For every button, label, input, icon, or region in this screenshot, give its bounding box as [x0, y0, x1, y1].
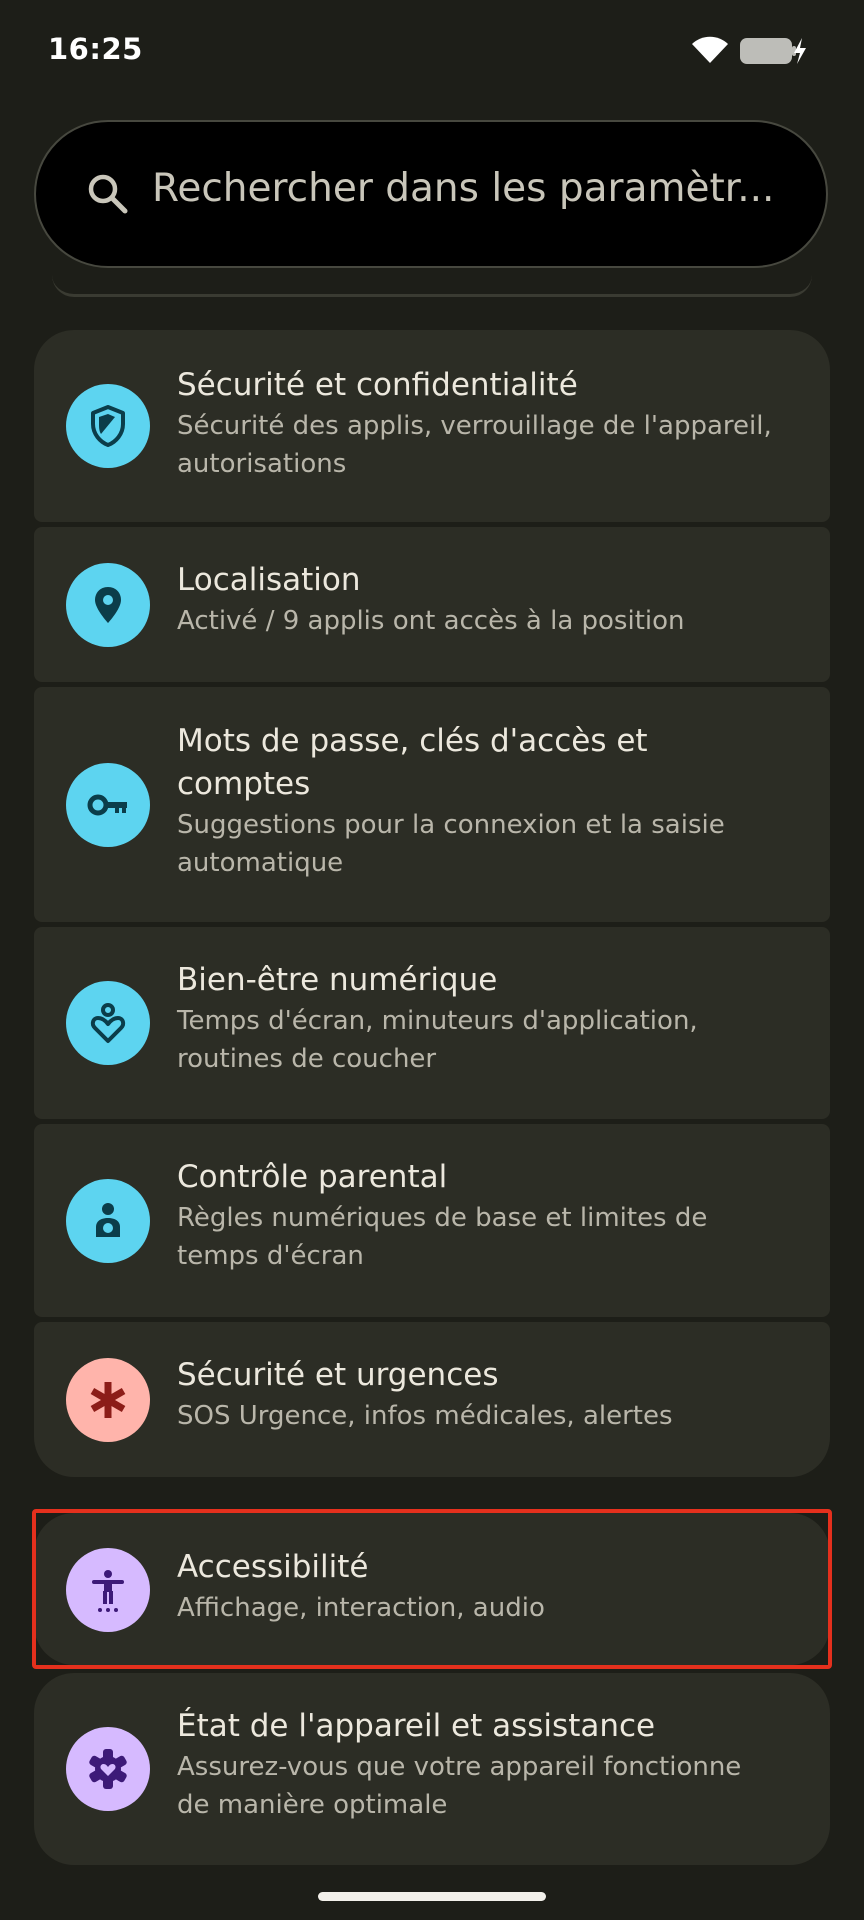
location-pin-icon: [66, 563, 150, 647]
setting-passwords-accounts[interactable]: Mots de passe, clés d'accès et comptes S…: [34, 687, 830, 922]
setting-subtitle: Activé / 9 applis ont accès à la positio…: [177, 606, 685, 636]
search-icon: [88, 174, 128, 214]
setting-security-privacy[interactable]: Sécurité et confidentialité Sécurité des…: [34, 330, 830, 522]
status-time: 16:25: [48, 32, 143, 66]
setting-title: Localisation: [177, 562, 361, 598]
setting-subtitle: Assurez-vous que votre appareil fonction…: [177, 1752, 742, 1820]
setting-title: État de l'appareil et assistance: [177, 1708, 656, 1744]
setting-subtitle: Sécurité des applis, verrouillage de l'a…: [177, 411, 772, 479]
setting-title: Sécurité et confidentialité: [177, 367, 578, 403]
battery-charging-icon: [740, 38, 806, 64]
digital-wellbeing-icon: [66, 981, 150, 1065]
setting-subtitle: Règles numériques de base et limites de …: [177, 1203, 708, 1271]
setting-digital-wellbeing[interactable]: Bien-être numérique Temps d'écran, minut…: [34, 927, 830, 1119]
setting-title: Contrôle parental: [177, 1159, 448, 1195]
setting-subtitle: Suggestions pour la connexion et la sais…: [177, 810, 725, 878]
shield-icon: [66, 384, 150, 468]
setting-safety-emergency[interactable]: Sécurité et urgences SOS Urgence, infos …: [34, 1322, 830, 1477]
highlight-frame: [32, 1509, 832, 1669]
setting-subtitle: Temps d'écran, minuteurs d'application, …: [177, 1006, 698, 1074]
setting-parental-control[interactable]: Contrôle parental Règles numériques de b…: [34, 1124, 830, 1317]
setting-location[interactable]: Localisation Activé / 9 applis ont accès…: [34, 527, 830, 682]
emergency-asterisk-icon: [66, 1358, 150, 1442]
search-bar[interactable]: Rechercher dans les paramètr...: [34, 120, 828, 268]
previous-card-edge: [52, 270, 812, 297]
wifi-icon: [692, 36, 728, 63]
status-bar: 16:25: [0, 0, 864, 100]
setting-subtitle: SOS Urgence, infos médicales, alertes: [177, 1401, 673, 1431]
setting-title: Sécurité et urgences: [177, 1357, 499, 1393]
parental-control-icon: [66, 1179, 150, 1263]
setting-title: Bien-être numérique: [177, 962, 498, 998]
key-icon: [66, 763, 150, 847]
device-health-icon: [66, 1727, 150, 1811]
search-placeholder[interactable]: Rechercher dans les paramètr...: [152, 166, 792, 211]
setting-title: Mots de passe, clés d'accès et comptes: [177, 723, 648, 802]
home-indicator[interactable]: [318, 1892, 546, 1901]
setting-device-health[interactable]: État de l'appareil et assistance Assurez…: [34, 1673, 830, 1865]
